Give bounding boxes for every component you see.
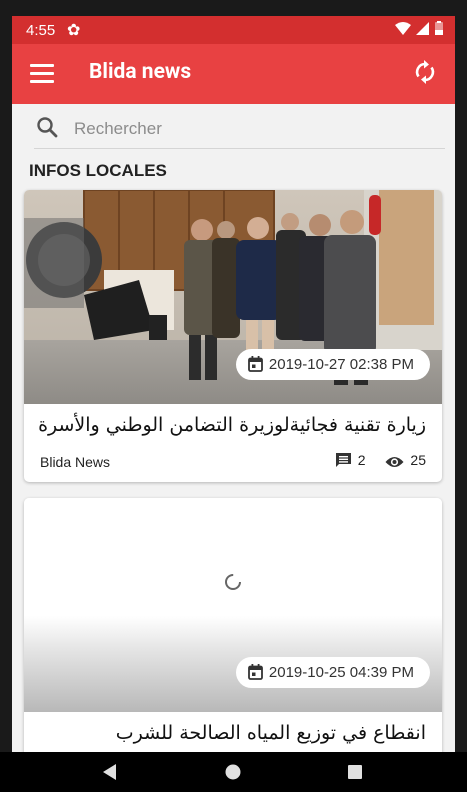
system-icons [394, 21, 443, 38]
wifi-icon [394, 22, 411, 35]
status-bar: 4:55 ✿ [12, 16, 455, 44]
calendar-icon [247, 664, 263, 680]
article-stats: 2 25 [319, 452, 426, 469]
menu-icon[interactable] [30, 59, 54, 87]
article-date: 2019-10-25 04:39 PM [268, 664, 414, 681]
views-stat: 25 [385, 452, 426, 469]
calendar-icon [247, 356, 263, 372]
article-source: Blida News [40, 454, 111, 470]
loading-spinner-icon [225, 574, 241, 590]
search-input[interactable] [72, 114, 436, 144]
settings-gear-icon: ✿ [67, 22, 81, 39]
article-date-badge: 2019-10-27 02:38 PM [235, 349, 430, 380]
eye-icon [385, 457, 404, 467]
article-date: 2019-10-27 02:38 PM [268, 356, 414, 373]
app-title: Blida news [89, 60, 192, 84]
recents-icon[interactable] [345, 762, 365, 782]
refresh-icon[interactable] [409, 56, 441, 88]
comments-count: 2 [357, 452, 366, 468]
android-nav-bar [0, 752, 467, 792]
battery-icon [435, 21, 443, 35]
section-title: INFOS LOCALES [29, 161, 167, 180]
article-image-loading: 2019-10-25 04:39 PM [24, 498, 442, 712]
home-icon[interactable] [223, 762, 243, 782]
article-title[interactable]: زيارة تقنية فجائيةلوزيرة التضامن الوطني … [38, 414, 426, 436]
search-icon [37, 117, 58, 138]
search-bar [34, 114, 445, 149]
signal-icon [416, 22, 430, 35]
article-card[interactable]: 2019-10-27 02:38 PM زيارة تقنية فجائيةلو… [24, 190, 442, 482]
article-meta: Blida News 2 25 [40, 452, 426, 472]
comment-icon [335, 453, 351, 467]
comments-stat: 2 [335, 452, 366, 469]
status-time: 4:55 [26, 22, 56, 39]
article-image: 2019-10-27 02:38 PM [24, 190, 442, 404]
app-bar: Blida news [12, 44, 455, 104]
article-date-badge: 2019-10-25 04:39 PM [235, 657, 430, 688]
phone-screen: 4:55 ✿ Blida news INFOS LOCALES [12, 16, 455, 752]
back-icon[interactable] [100, 762, 120, 782]
article-card[interactable]: 2019-10-25 04:39 PM انقطاع في توزيع المي… [24, 498, 442, 752]
article-title[interactable]: انقطاع في توزيع المياه الصالحة للشرب [116, 722, 426, 744]
views-count: 25 [410, 452, 426, 468]
